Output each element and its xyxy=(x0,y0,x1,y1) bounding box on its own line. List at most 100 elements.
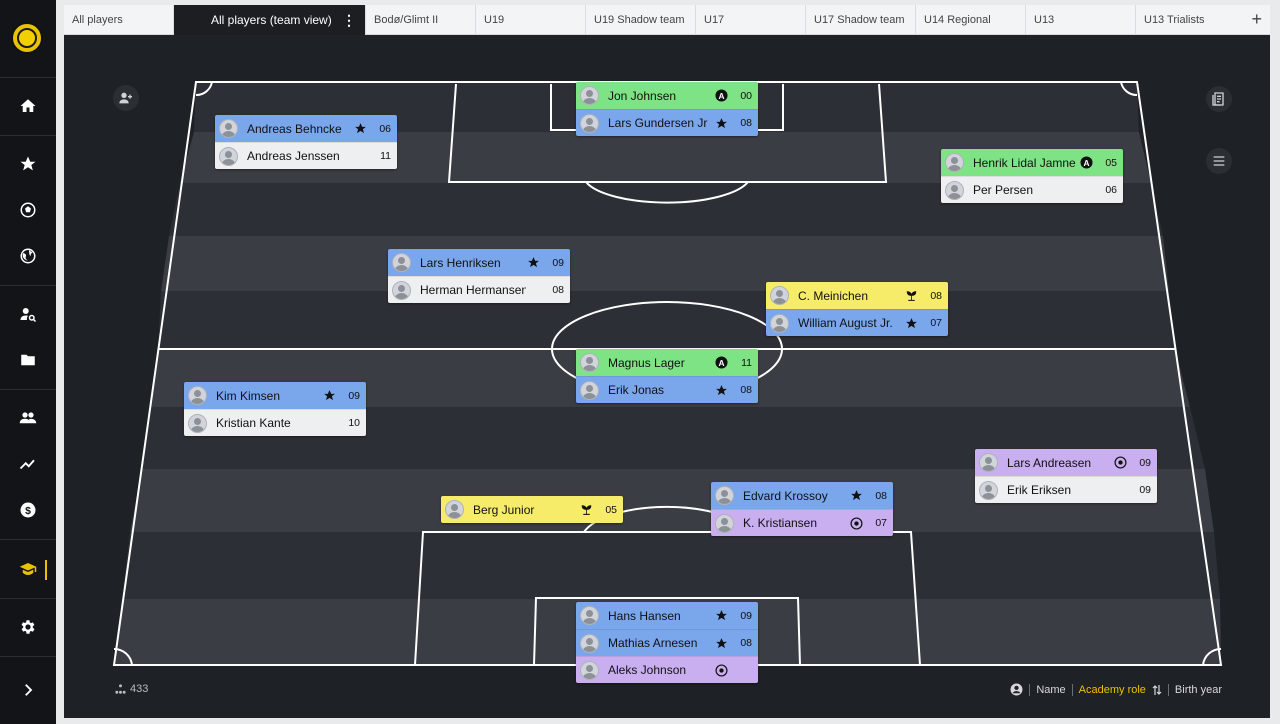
tab-u19-shadow-team[interactable]: U19 Shadow team xyxy=(586,5,696,35)
position-card[interactable]: Berg Junior 05 xyxy=(441,496,623,523)
player-row-jon-johnsen[interactable]: Jon Johnsen A 00 xyxy=(576,82,758,109)
formation-indicator[interactable]: 433 xyxy=(115,683,148,695)
birth-year: 00 xyxy=(740,89,752,102)
player-row-henrik-lidal-jamne[interactable]: Henrik Lidal Jamne A 05 xyxy=(941,149,1123,176)
position-card[interactable]: Henrik Lidal Jamne A 05 Per Persen 06 xyxy=(941,149,1123,203)
sort-arrows-icon[interactable] xyxy=(1152,684,1162,696)
player-row-kristian-kante[interactable]: Kristian Kante 10 xyxy=(184,409,366,436)
position-card[interactable]: Kim Kimsen 09 Kristian Kante 10 xyxy=(184,382,366,436)
soccer-ball-icon[interactable] xyxy=(0,192,56,228)
birth-year: 09 xyxy=(348,389,360,402)
position-card[interactable]: Magnus Lager A 11 Erik Jonas 08 xyxy=(576,349,758,403)
hamburger-icon[interactable] xyxy=(1206,148,1232,174)
avatar xyxy=(219,146,238,166)
position-card[interactable]: Edvard Krossoy 08 K. Kristiansen 07 xyxy=(711,482,893,536)
star-icon[interactable] xyxy=(0,146,56,182)
tab-all-players[interactable]: All players xyxy=(64,5,174,35)
sort-options: Name Academy role Birth year xyxy=(1010,683,1222,696)
birth-year: 05 xyxy=(1105,156,1117,169)
avatar xyxy=(188,413,207,433)
position-card[interactable]: Hans Hansen 09 Mathias Arnesen 08 Aleks John… xyxy=(576,602,758,683)
position-card[interactable]: Andreas Behncke 06 Andreas Jenssen 11 xyxy=(215,115,397,169)
target-icon xyxy=(714,663,728,677)
dollar-icon[interactable]: $ xyxy=(0,492,56,528)
position-card[interactable]: Lars Andreasen 09 Erik Eriksen 09 xyxy=(975,449,1157,503)
add-tab-button[interactable]: + xyxy=(1251,5,1262,33)
formation-label: 433 xyxy=(130,683,149,695)
birth-year: 11 xyxy=(741,356,752,369)
folder-icon[interactable] xyxy=(0,342,56,378)
avatar xyxy=(580,380,599,400)
player-row-berg-junior[interactable]: Berg Junior 05 xyxy=(441,496,623,523)
people-icon[interactable] xyxy=(0,400,56,436)
sprout-icon xyxy=(579,503,593,517)
player-row-lars-gundersen-jr[interactable]: Lars Gundersen Jr 08 xyxy=(576,109,758,136)
globe-icon[interactable] xyxy=(0,238,56,274)
birth-year: 08 xyxy=(875,489,887,502)
tab-u17[interactable]: U17 xyxy=(696,5,806,35)
player-row-edvard-krossoy[interactable]: Edvard Krossoy 08 xyxy=(711,482,893,509)
position-card[interactable]: C. Meinichen 08 William August Jr. 07 xyxy=(766,282,948,336)
tab-u19[interactable]: U19 xyxy=(476,5,586,35)
avatar xyxy=(715,486,734,505)
tab-u17-shadow-team[interactable]: U17 Shadow team xyxy=(806,5,916,35)
player-row-magnus-lager[interactable]: Magnus Lager A 11 xyxy=(576,349,758,376)
sort-by-name[interactable]: Name xyxy=(1036,684,1065,696)
player-row-c-meinichen[interactable]: C. Meinichen 08 xyxy=(766,282,948,309)
svg-text:A: A xyxy=(718,358,724,368)
birth-year: 06 xyxy=(1105,184,1117,196)
avatar xyxy=(770,313,789,333)
player-row-william-august-jr[interactable]: William August Jr. 07 xyxy=(766,309,948,336)
player-row-erik-eriksen[interactable]: Erik Eriksen 09 xyxy=(975,476,1157,503)
player-row-mathias-arnesen[interactable]: Mathias Arnesen 08 xyxy=(576,629,758,656)
player-name: Aleks Johnson xyxy=(608,663,687,677)
trend-icon[interactable] xyxy=(0,446,56,482)
club-logo[interactable] xyxy=(11,22,43,54)
tab-u13-trialists[interactable]: U13 Trialists xyxy=(1136,5,1236,35)
player-name: Andreas Behncke xyxy=(247,121,342,136)
gear-icon[interactable] xyxy=(0,609,56,645)
player-row-hans-hansen[interactable]: Hans Hansen 09 xyxy=(576,602,758,629)
home-icon[interactable] xyxy=(0,88,56,124)
person-circle-icon[interactable] xyxy=(1010,683,1023,696)
position-card[interactable]: Jon Johnsen A 00 Lars Gundersen Jr 08 xyxy=(576,82,758,136)
player-row-kim-kimsen[interactable]: Kim Kimsen 09 xyxy=(184,382,366,409)
player-row-k-kristiansen[interactable]: K. Kristiansen 07 xyxy=(711,509,893,536)
player-name: Erik Eriksen xyxy=(1007,483,1072,497)
player-name: Andreas Jenssen xyxy=(247,149,340,163)
player-row-aleks-johnson[interactable]: Aleks Johnson xyxy=(576,656,758,683)
player-name: Herman Hermansen xyxy=(420,283,526,297)
player-name: Per Persen xyxy=(973,183,1034,197)
tab-u14-regional[interactable]: U14 Regional xyxy=(916,5,1026,35)
player-row-per-persen[interactable]: Per Persen 06 xyxy=(941,176,1123,203)
player-row-lars-andreasen[interactable]: Lars Andreasen 09 xyxy=(975,449,1157,476)
svg-text:A: A xyxy=(1083,158,1089,168)
player-row-andreas-behncke[interactable]: Andreas Behncke 06 xyxy=(215,115,397,142)
birth-year: 09 xyxy=(1139,484,1151,496)
report-icon[interactable] xyxy=(1206,86,1232,112)
player-row-lars-henriksen[interactable]: Lars Henriksen 09 xyxy=(388,249,570,276)
player-name: K. Kristiansen xyxy=(743,516,818,530)
add-user-icon[interactable] xyxy=(113,85,139,111)
player-name: Jon Johnsen xyxy=(608,88,677,103)
sort-by-birth-year[interactable]: Birth year xyxy=(1175,684,1222,696)
captain-icon: A xyxy=(714,356,728,370)
position-card[interactable]: Lars Henriksen 09 Herman Hermansen 08 xyxy=(388,249,570,303)
player-name: Erik Jonas xyxy=(608,383,665,397)
tab-options-icon[interactable]: ⋮ xyxy=(342,5,356,35)
player-row-andreas-jenssen[interactable]: Andreas Jenssen 11 xyxy=(215,142,397,169)
avatar xyxy=(580,353,599,372)
player-name: C. Meinichen xyxy=(798,288,869,303)
tab-u13[interactable]: U13 xyxy=(1026,5,1136,35)
player-row-erik-jonas[interactable]: Erik Jonas 08 xyxy=(576,376,758,403)
player-row-herman-hermansen[interactable]: Herman Hermansen 08 xyxy=(388,276,570,303)
graduation-cap-icon[interactable] xyxy=(0,551,56,587)
tab-all-players-team-view[interactable]: All players (team view) ⋮ xyxy=(174,5,366,40)
sort-by-academy-role[interactable]: Academy role xyxy=(1079,684,1146,696)
star-icon xyxy=(714,116,728,130)
tab-bodo-glimt-ii[interactable]: Bodø/Glimt II xyxy=(366,5,476,35)
chevron-right-icon[interactable] xyxy=(0,672,56,708)
active-indicator xyxy=(45,560,47,580)
search-user-icon[interactable] xyxy=(0,296,56,332)
avatar xyxy=(945,180,964,200)
